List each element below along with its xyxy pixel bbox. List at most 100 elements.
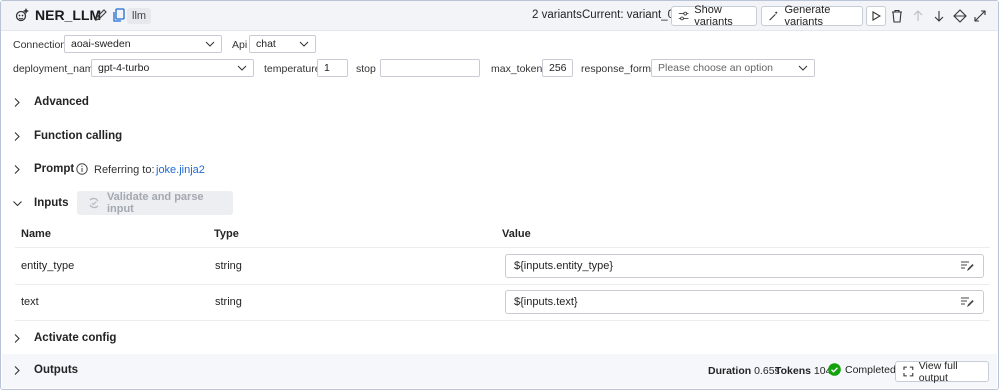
- connection-value: aoai-sweden: [71, 38, 131, 50]
- chevron-right-icon: [14, 365, 20, 375]
- response-format-label: response_format: [581, 63, 660, 75]
- api-value: chat: [256, 38, 276, 50]
- llm-node-panel: NER_LLM llm 2 variants Current: variant_…: [0, 0, 999, 390]
- section-function-calling-label: Function calling: [34, 130, 123, 142]
- current-variant: Current: variant_0: [582, 9, 675, 21]
- section-advanced-label: Advanced: [34, 96, 89, 108]
- section-prompt[interactable]: Prompt: [13, 159, 74, 179]
- show-variants-label: Show variants: [694, 4, 733, 28]
- api-select[interactable]: chat: [249, 35, 316, 53]
- validate-sync-icon: [89, 197, 99, 209]
- chevron-right-icon: [14, 164, 20, 174]
- max-tokens-input[interactable]: 256: [542, 59, 573, 77]
- prompt-referring-label: Referring to:: [94, 164, 155, 176]
- duration: Duration 0.65s: [708, 365, 780, 377]
- temperature-value: 1: [324, 62, 330, 74]
- column-header-value: Value: [502, 228, 531, 240]
- magic-wand-icon: [769, 11, 778, 21]
- view-full-output-button[interactable]: View full output: [895, 359, 989, 384]
- column-header-type: Type: [214, 228, 239, 240]
- temperature-input[interactable]: 1: [317, 59, 348, 77]
- tokens: Tokens 104: [775, 365, 831, 377]
- row-entity-type-type: string: [215, 260, 242, 272]
- show-variants-button[interactable]: Show variants: [671, 4, 757, 28]
- check-circle-icon: [828, 363, 841, 376]
- expand-icon: [974, 10, 986, 22]
- section-activate-config[interactable]: Activate config: [13, 328, 116, 348]
- entity-type-value-input[interactable]: ${inputs.entity_type}: [505, 254, 984, 278]
- edit-list-icon[interactable]: [960, 296, 974, 308]
- column-header-name: Name: [21, 228, 51, 240]
- connection-label: Connection: [13, 39, 67, 51]
- text-value-input[interactable]: ${inputs.text}: [505, 290, 984, 314]
- node-header: NER_LLM llm 2 variants Current: variant_…: [1, 1, 998, 31]
- move-down-button[interactable]: [931, 8, 947, 24]
- section-function-calling[interactable]: Function calling: [13, 126, 122, 146]
- fullscreen-icon: [903, 366, 914, 377]
- connection-select[interactable]: aoai-sweden: [64, 35, 222, 53]
- node-title: NER_LLM: [35, 7, 102, 23]
- trash-icon: [892, 9, 902, 23]
- arrow-down-icon: [934, 11, 944, 22]
- move-up-button[interactable]: [910, 8, 926, 24]
- arrow-up-icon: [913, 10, 923, 21]
- row-text-name: text: [21, 296, 39, 308]
- max-tokens-label: max_tokens: [491, 63, 548, 75]
- play-icon: [872, 11, 881, 21]
- stop-input[interactable]: [380, 59, 480, 77]
- info-icon[interactable]: [76, 163, 88, 175]
- response-format-select[interactable]: Please choose an option: [651, 59, 815, 77]
- temperature-label: temperature: [264, 63, 321, 75]
- edit-list-icon[interactable]: [960, 260, 974, 272]
- response-format-placeholder: Please choose an option: [658, 62, 774, 74]
- section-prompt-label: Prompt: [34, 163, 75, 175]
- api-label: Api: [232, 39, 248, 51]
- section-outputs[interactable]: Outputs: [13, 360, 78, 380]
- row-entity-type-name: entity_type: [21, 260, 75, 272]
- section-outputs-label: Outputs: [34, 364, 79, 376]
- table-divider: [15, 247, 990, 248]
- max-tokens-value: 256: [549, 62, 567, 74]
- chevron-down-icon: [237, 65, 247, 71]
- section-inputs-label: Inputs: [34, 197, 69, 209]
- status-badge: Completed: [828, 363, 896, 376]
- prompt-file-link[interactable]: joke.jinja2: [156, 164, 205, 176]
- stop-label: stop: [356, 63, 376, 75]
- text-value: ${inputs.text}: [514, 296, 578, 308]
- status-text: Completed: [845, 363, 896, 376]
- diamond-target-icon: [953, 9, 967, 23]
- entity-type-value: ${inputs.entity_type}: [514, 260, 614, 272]
- generate-variants-button[interactable]: Generate variants: [761, 4, 863, 28]
- sliders-icon: [678, 11, 689, 21]
- edit-pencil-icon[interactable]: [93, 7, 109, 23]
- row-text-type: string: [215, 296, 242, 308]
- deployment-select[interactable]: gpt-4-turbo: [91, 59, 254, 77]
- expand-button[interactable]: [972, 8, 988, 24]
- copy-icon[interactable]: [111, 7, 127, 23]
- node-type-tag: llm: [127, 8, 152, 24]
- table-divider: [15, 320, 990, 321]
- locate-node-button[interactable]: [952, 8, 968, 24]
- validate-parse-input-button[interactable]: Validate and parse input: [77, 191, 233, 215]
- chevron-right-icon: [14, 97, 20, 107]
- chevron-down-icon: [798, 65, 808, 71]
- validate-parse-input-label: Validate and parse input: [106, 191, 204, 215]
- chevron-down-icon: [13, 200, 22, 206]
- deployment-label: deployment_name: [13, 63, 100, 75]
- table-divider: [15, 284, 990, 285]
- run-button[interactable]: [866, 6, 886, 26]
- chevron-right-icon: [14, 131, 20, 141]
- section-inputs[interactable]: Inputs: [13, 193, 69, 213]
- deployment-value: gpt-4-turbo: [98, 62, 150, 74]
- view-full-output-label: View full output: [918, 359, 958, 384]
- generate-variants-label: Generate variants: [784, 4, 831, 28]
- chevron-down-icon: [299, 41, 309, 47]
- tokens-label: Tokens: [775, 365, 811, 377]
- chevron-right-icon: [14, 333, 20, 343]
- chevron-down-icon: [205, 41, 215, 47]
- section-advanced[interactable]: Advanced: [13, 92, 89, 112]
- duration-label: Duration: [708, 365, 752, 377]
- delete-button[interactable]: [889, 8, 905, 24]
- section-activate-config-label: Activate config: [34, 332, 117, 344]
- variants-count: 2 variants: [532, 9, 582, 21]
